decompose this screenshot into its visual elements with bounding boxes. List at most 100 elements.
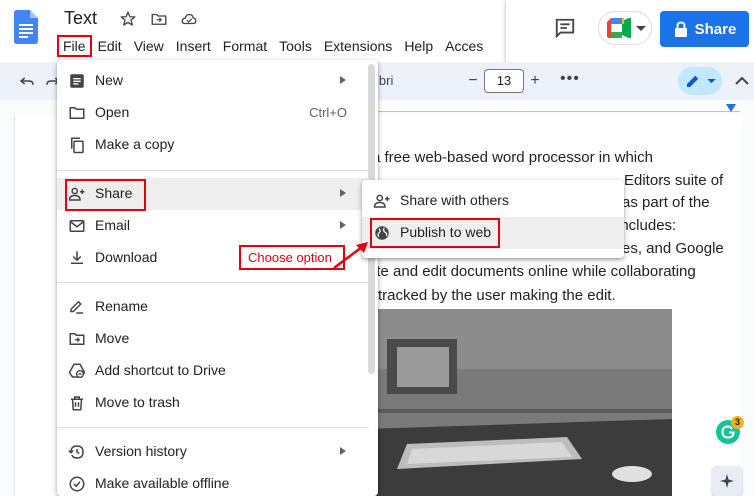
font-size-control: − 13 + <box>462 68 552 94</box>
submenu-arrow-icon <box>340 189 346 197</box>
grammarly-count-badge: 3 <box>731 416 744 429</box>
desk-photo <box>367 309 672 496</box>
comment-history-icon[interactable] <box>554 17 576 39</box>
menu-edit[interactable]: Edit <box>92 35 128 57</box>
menu-help[interactable]: Help <box>398 35 439 57</box>
google-meet-icon <box>607 18 631 38</box>
pencil-icon <box>687 75 699 87</box>
more-options-button[interactable]: ••• <box>560 70 580 88</box>
menu-divider <box>57 427 369 428</box>
share-with-others-item[interactable]: Share with others <box>362 185 624 217</box>
menu-item-label: Rename <box>95 298 148 314</box>
google-docs-logo[interactable] <box>14 10 38 44</box>
annotation-arrow <box>333 242 368 269</box>
drive-shortcut-icon <box>68 363 86 379</box>
file-menu-rename[interactable]: Rename <box>57 291 369 323</box>
menu-item-label: Add shortcut to Drive <box>95 362 226 378</box>
doc-text-line: Editors suite of <box>624 172 724 189</box>
file-menu-email[interactable]: Email <box>57 210 369 242</box>
ruler-track <box>375 102 740 112</box>
menu-item-shortcut: Ctrl+O <box>309 105 347 120</box>
menu-accessibility[interactable]: Acces <box>439 35 489 57</box>
folder-icon <box>69 107 85 119</box>
chevron-up-icon[interactable] <box>734 73 750 89</box>
rename-icon <box>70 300 83 314</box>
chevron-down-icon <box>707 79 716 84</box>
decrease-font-size-button[interactable]: − <box>462 70 484 92</box>
menu-item-label: Open <box>95 104 130 120</box>
share-submenu: Share with others Publish to web <box>362 180 624 258</box>
document-title[interactable]: Text <box>64 8 97 29</box>
doc-text-line: a free web-based word processor in which <box>372 149 653 166</box>
menu-insert[interactable]: Insert <box>170 35 217 57</box>
submenu-arrow-icon <box>340 447 346 455</box>
file-menu-add-shortcut[interactable]: Add shortcut to Drive <box>57 355 369 387</box>
file-menu: New Open Ctrl+O Make a copy Share Email … <box>57 60 378 496</box>
increase-font-size-button[interactable]: + <box>524 70 546 92</box>
copy-icon <box>71 137 84 154</box>
document-image[interactable] <box>367 309 672 496</box>
file-menu-new[interactable]: New <box>57 65 369 97</box>
history-icon <box>68 445 84 459</box>
doc-text-line: ate and edit documents online while coll… <box>368 263 696 280</box>
share-button[interactable]: Share <box>660 11 749 47</box>
menu-item-label: Move <box>95 330 130 346</box>
menu-item-label: Share with others <box>400 192 509 208</box>
menu-item-label: Download <box>95 249 158 265</box>
submenu-arrow-icon <box>340 221 346 229</box>
globe-icon <box>375 226 389 240</box>
menu-item-label: Version history <box>95 443 187 459</box>
file-menu-open[interactable]: Open Ctrl+O <box>57 97 369 129</box>
menu-divider <box>57 170 369 171</box>
menu-file[interactable]: File <box>57 35 92 57</box>
file-menu-move-to-trash[interactable]: Move to trash <box>57 387 369 419</box>
cloud-saved-icon[interactable] <box>180 10 198 28</box>
new-document-icon <box>70 74 84 88</box>
menu-extensions[interactable]: Extensions <box>318 35 398 57</box>
indent-marker-icon[interactable] <box>726 104 736 112</box>
doc-text-line: as part of the <box>622 194 710 211</box>
doc-text-line: includes: <box>617 217 677 234</box>
file-menu-make-available-offline[interactable]: Make available offline <box>57 468 369 496</box>
doc-text-line: tracked by the user making the edit. <box>378 287 616 304</box>
menu-item-label: New <box>95 72 124 88</box>
person-add-icon <box>373 194 390 208</box>
move-folder-icon[interactable] <box>150 10 168 28</box>
trash-icon <box>71 396 83 411</box>
file-menu-make-a-copy[interactable]: Make a copy <box>57 129 369 161</box>
menu-item-label: Make available offline <box>95 475 230 491</box>
header-actions: Share <box>505 0 754 62</box>
menu-tools[interactable]: Tools <box>273 35 318 57</box>
mail-icon <box>69 220 85 232</box>
menu-item-label: Email <box>95 217 131 233</box>
font-family-select[interactable]: ibri <box>376 73 393 88</box>
submenu-arrow-icon <box>340 76 346 84</box>
menu-item-label: Move to trash <box>95 394 180 410</box>
lock-icon <box>674 21 687 37</box>
person-add-icon <box>68 187 85 201</box>
undo-icon[interactable] <box>18 72 36 90</box>
file-menu-version-history[interactable]: Version history <box>57 436 369 468</box>
menu-item-label: Share <box>95 185 133 201</box>
chevron-down-icon <box>636 26 646 31</box>
menu-bar: File Edit View Insert Format Tools Exten… <box>57 35 489 57</box>
share-button-label: Share <box>694 20 737 38</box>
sparkle-icon <box>720 474 734 488</box>
publish-to-web-item[interactable]: Publish to web <box>362 217 624 249</box>
move-folder-icon <box>69 333 85 345</box>
file-menu-move[interactable]: Move <box>57 323 369 355</box>
star-icon[interactable] <box>119 10 137 28</box>
explore-button[interactable] <box>712 466 742 496</box>
menu-format[interactable]: Format <box>217 35 273 57</box>
meet-button[interactable] <box>598 11 652 45</box>
editing-mode-button[interactable] <box>678 67 722 95</box>
download-icon <box>71 251 83 264</box>
menu-divider <box>57 282 369 283</box>
file-menu-share[interactable]: Share <box>57 178 369 211</box>
menu-view[interactable]: View <box>128 35 170 57</box>
offline-icon <box>69 476 85 492</box>
font-size-input[interactable]: 13 <box>484 69 524 93</box>
doc-text-line: es, and Google <box>622 240 724 257</box>
menu-item-label: Publish to web <box>400 224 492 240</box>
menu-item-label: Make a copy <box>95 136 175 152</box>
